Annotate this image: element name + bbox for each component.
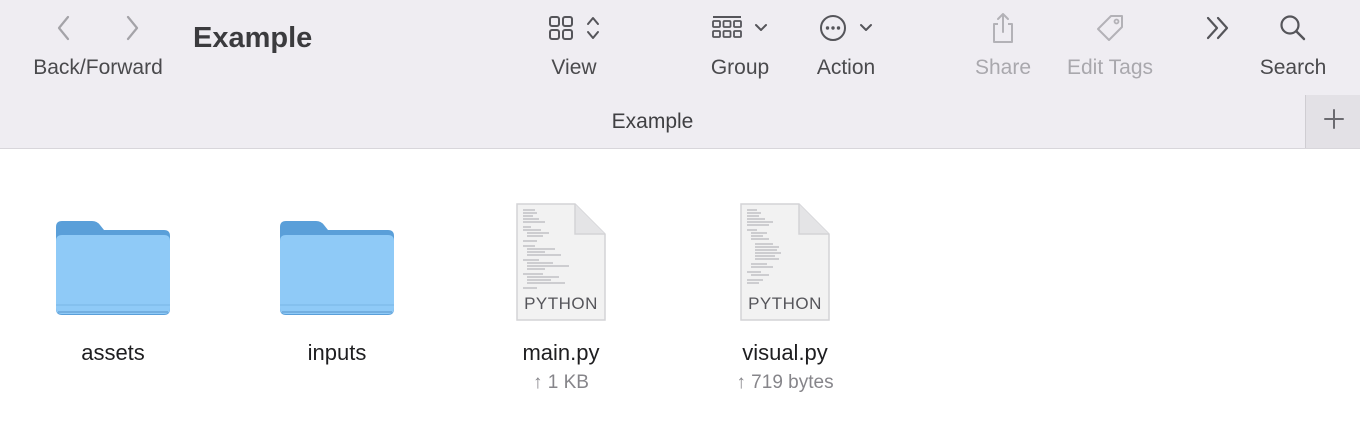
share-icons xyxy=(990,10,1016,50)
view-button[interactable]: View xyxy=(544,10,604,80)
file-type-label: PYTHON xyxy=(524,294,598,313)
window-title: Example xyxy=(193,22,313,54)
file-item[interactable]: inputs xyxy=(237,198,437,366)
back-forward-icons xyxy=(54,10,142,50)
view-label: View xyxy=(551,56,597,79)
plus-icon xyxy=(1323,108,1345,135)
path-bar: Example xyxy=(0,96,1305,148)
search-icons xyxy=(1279,10,1307,50)
file-upload-status: ↑ 719 bytes xyxy=(736,372,834,393)
file-name: assets xyxy=(81,340,145,365)
python-file-icon: PYTHON xyxy=(515,202,607,322)
action-icons xyxy=(819,10,873,50)
edit-tags-label: Edit Tags xyxy=(1067,56,1153,79)
file-name: inputs xyxy=(307,340,367,365)
share-label: Share xyxy=(974,56,1032,79)
share-button[interactable]: Share xyxy=(972,10,1034,80)
chevron-right-icon[interactable] xyxy=(122,13,142,48)
back-forward-label: Back/Forward xyxy=(33,56,163,79)
file-thumbnail: PYTHON xyxy=(515,198,607,322)
path-bar-label: Example xyxy=(611,110,694,133)
more-button[interactable] xyxy=(1200,10,1236,50)
search-label: Search xyxy=(1259,56,1327,79)
up-down-chevron-icon xyxy=(586,15,600,46)
search-icon xyxy=(1279,14,1307,47)
group-icons xyxy=(712,10,768,50)
file-name: visual.py xyxy=(742,340,828,365)
toolbar: Back/Forward Example View Group Action S… xyxy=(0,0,1360,149)
group-icon xyxy=(712,15,742,46)
folder-icon xyxy=(52,213,174,322)
search-button[interactable]: Search xyxy=(1256,10,1330,80)
more-icons xyxy=(1204,10,1232,50)
back-forward-group: Back/Forward xyxy=(26,10,170,80)
file-item[interactable]: PYTHON main.py ↑ 1 KB xyxy=(461,198,661,394)
view-icons xyxy=(548,10,600,50)
file-item[interactable]: assets xyxy=(13,198,213,366)
chevron-down-icon xyxy=(754,21,768,39)
file-item[interactable]: PYTHON visual.py ↑ 719 bytes xyxy=(685,198,885,394)
edit-tags-icons xyxy=(1094,10,1126,50)
file-name: main.py xyxy=(522,340,600,365)
file-upload-status: ↑ 1 KB xyxy=(533,372,589,393)
new-tab-button[interactable] xyxy=(1305,95,1360,148)
file-thumbnail: PYTHON xyxy=(739,198,831,322)
action-label: Action xyxy=(816,56,876,79)
group-label: Group xyxy=(710,56,770,79)
python-file-icon: PYTHON xyxy=(739,202,831,322)
file-type-label: PYTHON xyxy=(748,294,822,313)
action-button[interactable]: Action xyxy=(812,10,880,80)
folder-icon xyxy=(276,213,398,322)
ellipsis-circle-icon xyxy=(819,14,847,47)
file-grid: assets inputs PYTHON main.py ↑ 1 KB PYTH… xyxy=(0,150,1360,440)
file-thumbnail xyxy=(276,198,398,322)
more-chevrons-icon xyxy=(1204,15,1232,46)
tag-icon xyxy=(1094,12,1126,49)
share-icon xyxy=(990,12,1016,49)
chevron-down-icon xyxy=(859,21,873,39)
grid-view-icon xyxy=(548,15,574,46)
file-thumbnail xyxy=(52,198,174,322)
chevron-left-icon[interactable] xyxy=(54,13,74,48)
edit-tags-button[interactable]: Edit Tags xyxy=(1060,10,1160,80)
group-button[interactable]: Group xyxy=(706,10,774,80)
